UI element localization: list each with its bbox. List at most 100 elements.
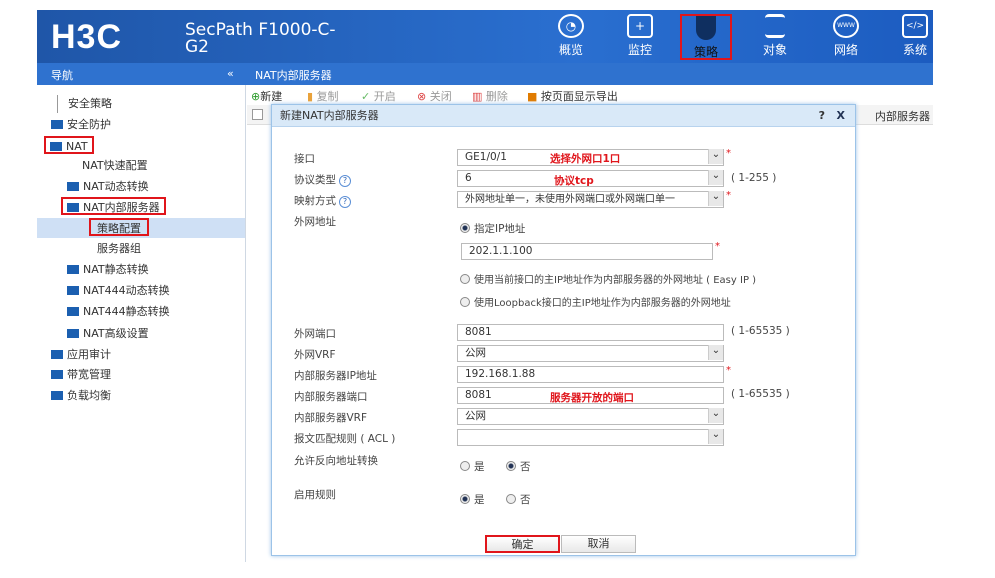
loopback-radio[interactable]: 使用Loopback接口的主IP地址作为内部服务器的外网地址 bbox=[460, 294, 731, 309]
device-model: SecPath F1000-C-G2 bbox=[185, 20, 336, 57]
interface-annotation: 选择外网口1口 bbox=[550, 153, 621, 165]
server-icon bbox=[765, 14, 785, 38]
folder-open-icon bbox=[50, 142, 62, 151]
grid-column-inner-server: 内部服务器 bbox=[875, 110, 930, 123]
radio-icon bbox=[506, 494, 516, 504]
nav-object[interactable]: 对象 bbox=[749, 14, 801, 58]
public-port-input[interactable]: 8081 bbox=[457, 324, 724, 341]
folder-icon bbox=[51, 391, 63, 400]
collapse-sidebar-button[interactable]: « bbox=[227, 67, 234, 80]
sidebar-item-security-protection[interactable]: 安全防护 bbox=[51, 116, 111, 134]
enable-yes-radio[interactable]: 是 bbox=[460, 492, 485, 507]
toolbar: ⊕新建 ▮ 复制 ✓ 开启 ⊗ 关闭 ▥ 删除 ■ 按页面显示导出 bbox=[247, 85, 933, 105]
gauge-icon: ◔ bbox=[558, 14, 584, 38]
trash-icon: ▥ bbox=[472, 90, 483, 103]
sidebar-item-load-balance[interactable]: 负载均衡 bbox=[51, 387, 111, 405]
radio-icon bbox=[460, 297, 470, 307]
nav-system[interactable]: </> 系统 bbox=[889, 14, 933, 58]
plus-circle-icon: ⊕ bbox=[251, 90, 261, 103]
new-nat-server-dialog: 新建NAT内部服务器 ? X 接口 GE1/0/1 选择外网口1口 * 协议类型… bbox=[271, 104, 856, 556]
inner-port-annotation: 服务器开放的端口 bbox=[550, 392, 634, 404]
folder-icon bbox=[67, 182, 79, 191]
radio-icon bbox=[460, 494, 470, 504]
public-port-label: 外网端口 bbox=[294, 328, 336, 340]
nav-overview[interactable]: ◔ 概览 bbox=[545, 14, 597, 58]
public-vrf-select[interactable]: 公网 bbox=[457, 345, 724, 362]
acl-label: 报文匹配规则 ( ACL ) bbox=[294, 433, 396, 445]
folder-icon bbox=[67, 329, 79, 338]
shield-icon bbox=[696, 16, 716, 40]
enable-no-radio[interactable]: 否 bbox=[506, 492, 531, 507]
monitor-icon: + bbox=[627, 14, 653, 38]
radio-icon bbox=[460, 274, 470, 284]
public-ip-input[interactable]: 202.1.1.100 bbox=[461, 243, 713, 260]
new-button[interactable]: ⊕新建 bbox=[251, 88, 282, 104]
reverse-no-radio[interactable]: 否 bbox=[506, 459, 531, 474]
nav-network[interactable]: WWW 网络 bbox=[820, 14, 872, 58]
sidebar-item-app-audit[interactable]: 应用审计 bbox=[51, 346, 111, 364]
check-circle-icon: ✓ bbox=[361, 90, 371, 103]
sidebar-item-nat-dynamic[interactable]: NAT动态转换 bbox=[67, 178, 149, 196]
nav-policy[interactable]: 策略 bbox=[680, 14, 732, 60]
export-folder-icon: ■ bbox=[527, 90, 538, 103]
inner-port-label: 内部服务器端口 bbox=[294, 391, 368, 403]
header: H3C SecPath F1000-C-G2 ◔ 概览 + 监控 策略 对象 WWW… bbox=[37, 10, 933, 63]
internet-globe-icon: WWW bbox=[833, 14, 859, 38]
sidebar-item-nat444-dynamic[interactable]: NAT444动态转换 bbox=[67, 282, 170, 300]
copy-icon: ▮ bbox=[307, 90, 314, 103]
inner-port-range: ( 1-65535 ) bbox=[731, 388, 790, 400]
app-window: H3C SecPath F1000-C-G2 ◔ 概览 + 监控 策略 对象 WWW… bbox=[37, 10, 933, 562]
x-circle-icon: ⊗ bbox=[417, 90, 427, 103]
reverse-nat-label: 允许反向地址转换 bbox=[294, 455, 378, 467]
enable-rule-label: 启用规则 bbox=[294, 489, 336, 501]
disable-button[interactable]: ⊗ 关闭 bbox=[417, 88, 452, 104]
dialog-title-bar: 新建NAT内部服务器 ? X bbox=[272, 105, 855, 127]
folder-open-icon bbox=[67, 203, 79, 212]
specify-ip-radio[interactable]: 指定IP地址 bbox=[460, 221, 525, 236]
help-circle-icon[interactable]: ? bbox=[339, 196, 351, 208]
close-icon[interactable]: X bbox=[837, 105, 845, 127]
delete-button[interactable]: ▥ 删除 bbox=[472, 88, 508, 104]
reverse-yes-radio[interactable]: 是 bbox=[460, 459, 485, 474]
sidebar-item-nat-static[interactable]: NAT静态转换 bbox=[67, 261, 149, 279]
nav-bar: 导航 « NAT内部服务器 bbox=[37, 63, 933, 85]
sidebar-item-nat-server[interactable]: NAT内部服务器 bbox=[61, 197, 166, 215]
h3c-logo: H3C bbox=[51, 18, 123, 56]
help-circle-icon[interactable]: ? bbox=[339, 175, 351, 187]
folder-icon bbox=[51, 120, 63, 129]
help-icon[interactable]: ? bbox=[819, 105, 825, 127]
required-mark: * bbox=[726, 148, 731, 159]
select-all-checkbox[interactable] bbox=[252, 109, 263, 120]
copy-button[interactable]: ▮ 复制 bbox=[307, 88, 339, 104]
sidebar-item-nat-quick[interactable]: NAT快速配置 bbox=[82, 157, 148, 175]
code-window-icon: </> bbox=[902, 14, 928, 38]
sidebar-item-bandwidth[interactable]: 带宽管理 bbox=[51, 366, 111, 384]
sidebar-item-security-policy[interactable]: 安全策略 bbox=[57, 95, 112, 113]
inner-ip-input[interactable]: 192.168.1.88 bbox=[457, 366, 724, 383]
sidebar: 安全策略 安全防护 NAT NAT快速配置 NAT动态转换 NAT内部服务器 策… bbox=[37, 85, 246, 562]
export-button[interactable]: ■ 按页面显示导出 bbox=[527, 88, 618, 104]
sidebar-item-nat-advanced[interactable]: NAT高级设置 bbox=[67, 325, 149, 343]
cancel-button[interactable]: 取消 bbox=[561, 535, 636, 553]
nav-title: 导航 bbox=[51, 69, 73, 82]
sidebar-item-server-group[interactable]: 服务器组 bbox=[97, 240, 141, 258]
enable-button[interactable]: ✓ 开启 bbox=[361, 88, 396, 104]
nav-monitor[interactable]: + 监控 bbox=[614, 14, 666, 58]
sidebar-item-nat[interactable]: NAT bbox=[44, 136, 94, 154]
radio-icon bbox=[506, 461, 516, 471]
public-address-label: 外网地址 bbox=[294, 216, 336, 228]
acl-select[interactable] bbox=[457, 429, 724, 446]
easy-ip-radio[interactable]: 使用当前接口的主IP地址作为内部服务器的外网地址 ( Easy IP ) bbox=[460, 271, 756, 286]
protocol-annotation: 协议tcp bbox=[554, 175, 594, 187]
interface-label: 接口 bbox=[294, 153, 315, 165]
inner-vrf-label: 内部服务器VRF bbox=[294, 412, 368, 424]
folder-icon bbox=[67, 307, 79, 316]
sidebar-item-policy-config[interactable]: 策略配置 bbox=[89, 218, 149, 236]
mapping-select[interactable]: 外网地址单一，未使用外网端口或外网端口单一 bbox=[457, 191, 724, 208]
ok-button[interactable]: 确定 bbox=[485, 535, 560, 553]
folder-icon bbox=[51, 350, 63, 359]
public-port-range: ( 1-65535 ) bbox=[731, 325, 790, 337]
sidebar-item-nat444-static[interactable]: NAT444静态转换 bbox=[67, 303, 170, 321]
radio-icon bbox=[460, 461, 470, 471]
inner-vrf-select[interactable]: 公网 bbox=[457, 408, 724, 425]
